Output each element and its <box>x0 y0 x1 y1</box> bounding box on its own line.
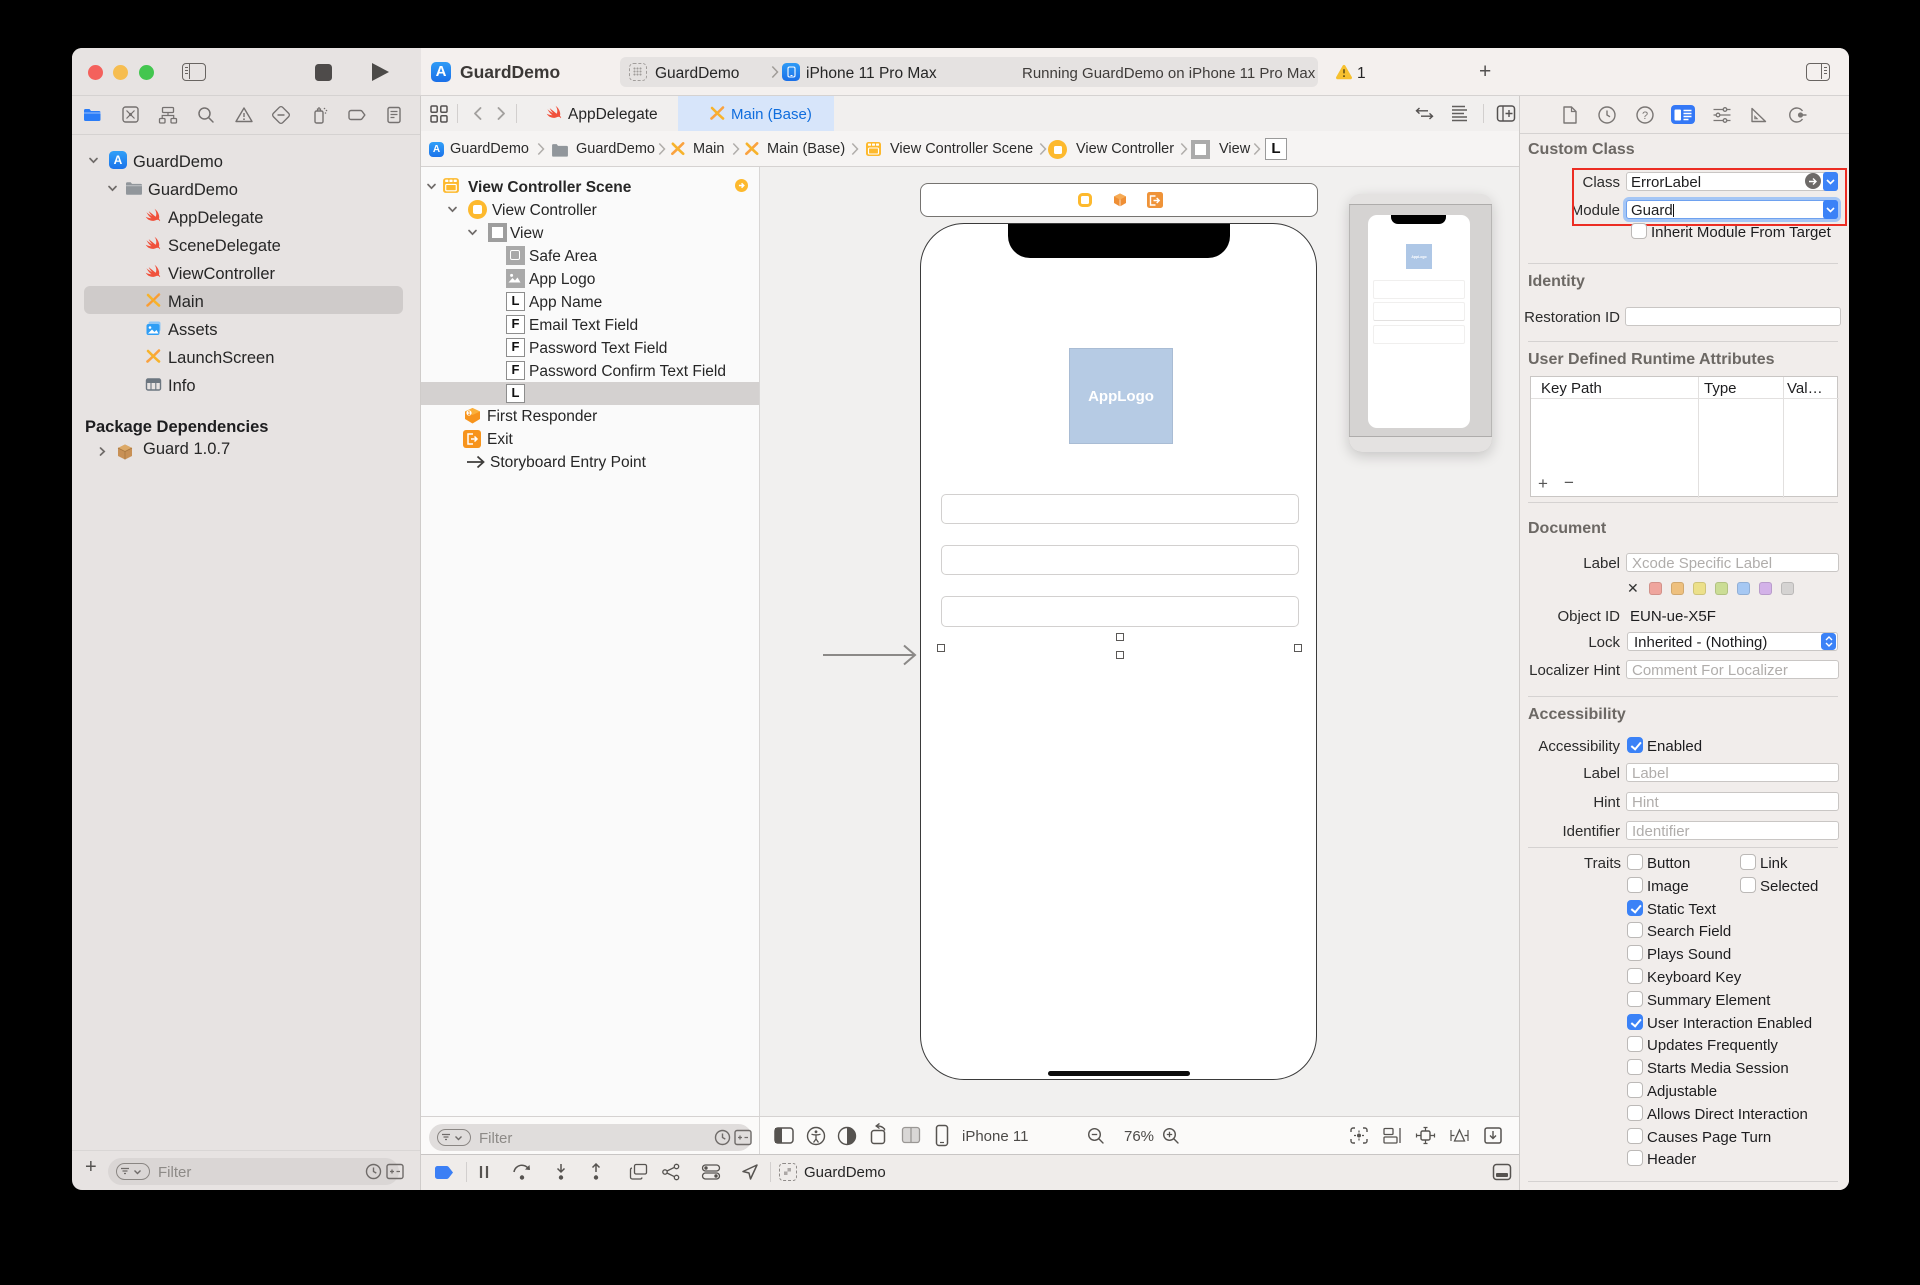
svg-text:1: 1 <box>468 411 471 417</box>
svg-text:?: ? <box>1642 110 1648 122</box>
